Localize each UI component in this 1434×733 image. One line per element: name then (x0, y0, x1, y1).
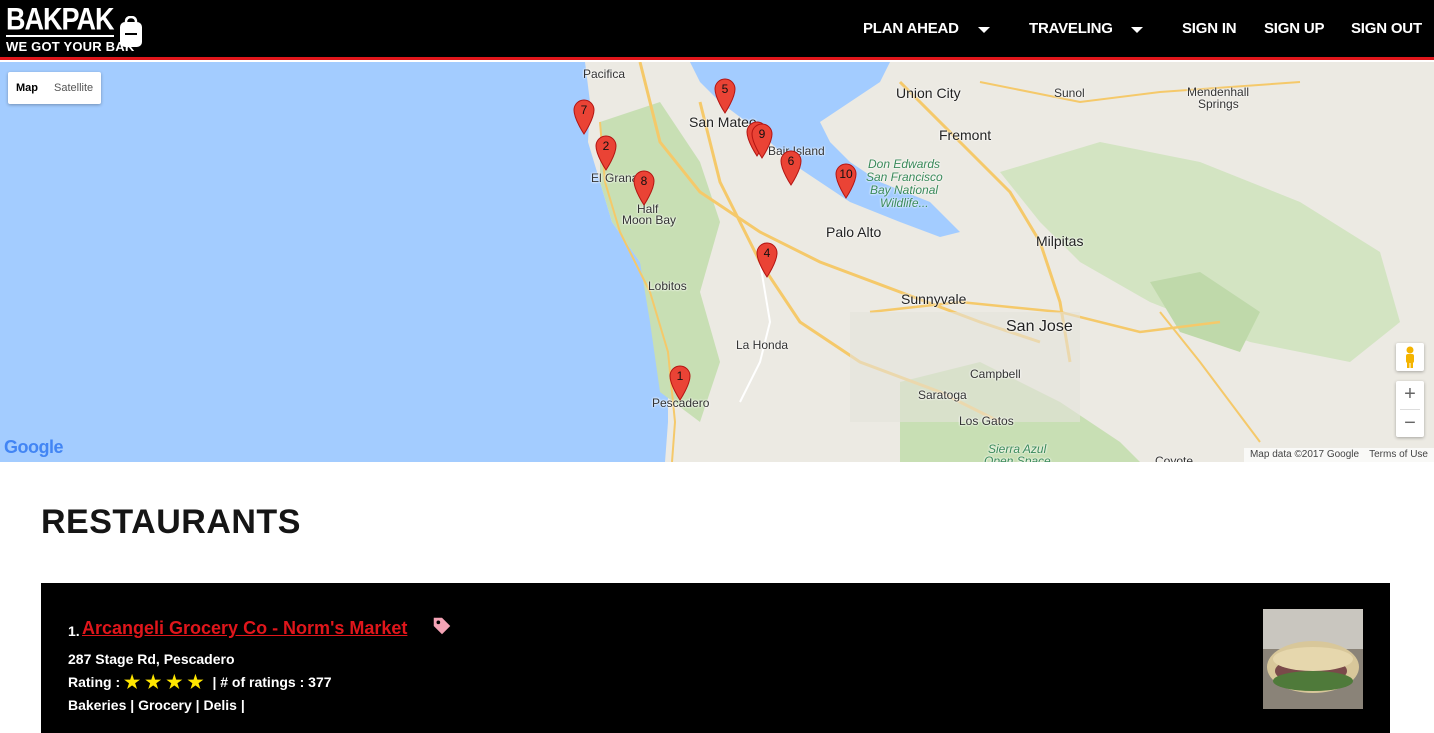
plan-ahead-chevron-down-icon[interactable] (978, 27, 990, 33)
bakpak-logo[interactable]: BAKPAK WE GOT YOUR BAK (4, 2, 146, 58)
map-marker[interactable]: 9 (751, 123, 773, 159)
map-marker[interactable]: 7 (573, 99, 595, 135)
restaurant-categories: Bakeries | Grocery | Delis | (68, 697, 245, 713)
marker-label: 6 (787, 154, 795, 168)
restaurant-address: 287 Stage Rd, Pescadero (68, 651, 235, 667)
place-label: Don Edwards (868, 157, 941, 171)
nav-plan-ahead[interactable]: PLAN AHEAD (863, 20, 959, 37)
place-label: Saratoga (918, 388, 967, 402)
logo-divider (6, 35, 114, 37)
place-label: Pacifica (583, 67, 626, 81)
place-label: Palo Alto (826, 224, 882, 240)
tag-icon[interactable] (431, 615, 453, 637)
place-label: Bay National (870, 183, 939, 197)
place-label: Milpitas (1036, 233, 1084, 249)
rating-label: Rating : (68, 674, 124, 690)
place-label: Los Gatos (959, 414, 1014, 428)
map-marker[interactable]: 8 (633, 170, 655, 206)
place-label: Coyote (1155, 454, 1194, 462)
top-navbar: BAKPAK WE GOT YOUR BAK PLAN AHEAD TRAVEL… (0, 0, 1434, 60)
star-icon: ★ (124, 672, 141, 692)
star-icon: ★ (166, 672, 183, 692)
backpack-icon (120, 16, 142, 47)
map-marker[interactable]: 2 (595, 135, 617, 171)
main-nav: PLAN AHEAD TRAVELING SIGN IN SIGN UP SIG… (854, 0, 1434, 58)
restaurant-map[interactable]: Map Satellite Pacifica San Mateo Union C… (0, 62, 1434, 462)
zoom-in-button[interactable]: + (1396, 381, 1424, 409)
star-icon: ★ (187, 672, 204, 692)
place-label: Sunol (1054, 86, 1085, 100)
ratings-count: | # of ratings : 377 (208, 674, 332, 690)
marker-label: 1 (676, 369, 684, 383)
place-label: Moon Bay (622, 213, 677, 227)
restaurant-card: 1. Arcangeli Grocery Co - Norm's Market … (41, 583, 1390, 733)
place-label: Open Space (984, 454, 1051, 462)
marker-label: 10 (839, 167, 853, 181)
restaurant-number: 1. (68, 623, 80, 639)
map-marker[interactable]: 10 (835, 163, 857, 199)
map-type-map-button[interactable]: Map (8, 72, 46, 104)
map-type-control: Map Satellite (8, 72, 102, 104)
marker-label: 9 (758, 127, 766, 141)
marker-label: 8 (640, 174, 648, 188)
marker-label: 4 (763, 246, 771, 260)
map-marker[interactable]: 6 (780, 150, 802, 186)
map-attribution: Map data ©2017 Google Terms of Use (1243, 448, 1434, 462)
page-title: RESTAURANTS (41, 503, 301, 541)
terms-of-use-link[interactable]: Terms of Use (1369, 448, 1428, 462)
place-label: Campbell (970, 367, 1021, 381)
place-label: Lobitos (648, 279, 687, 293)
zoom-control: + − (1396, 381, 1424, 437)
nav-traveling[interactable]: TRAVELING (1029, 20, 1113, 37)
restaurant-photo[interactable] (1263, 609, 1363, 709)
place-label: San Jose (1006, 318, 1073, 335)
map-type-satellite-button[interactable]: Satellite (46, 72, 101, 104)
marker-label: 5 (721, 82, 729, 96)
marker-label: 2 (602, 139, 610, 153)
traveling-chevron-down-icon[interactable] (1131, 27, 1143, 33)
nav-sign-up[interactable]: SIGN UP (1264, 20, 1324, 37)
nav-sign-in[interactable]: SIGN IN (1182, 20, 1237, 37)
marker-label: 7 (580, 103, 588, 117)
place-label: Union City (896, 85, 961, 101)
nav-sign-out[interactable]: SIGN OUT (1351, 20, 1422, 37)
zoom-out-button[interactable]: − (1396, 410, 1424, 438)
map-marker[interactable]: 4 (756, 242, 778, 278)
place-label: Wildlife... (880, 196, 929, 210)
place-label: La Honda (736, 338, 789, 352)
google-logo: Google (4, 437, 64, 458)
map-marker[interactable]: 5 (714, 78, 736, 114)
place-label: Springs (1198, 97, 1239, 111)
place-label: Fremont (939, 127, 992, 143)
place-label: San Francisco (866, 170, 943, 184)
restaurant-rating: Rating : ★ ★ ★ ★ | # of ratings : 377 (68, 672, 332, 692)
google-logo-text: Google (4, 437, 64, 457)
place-label: Sunnyvale (901, 291, 967, 307)
logo-title: BAKPAK (6, 2, 114, 37)
logo-tagline: WE GOT YOUR BAK (6, 39, 135, 54)
map-data-text: Map data ©2017 Google (1249, 449, 1360, 460)
map-marker[interactable]: 1 (669, 365, 691, 401)
star-icon: ★ (145, 672, 162, 692)
street-view-pegman-icon[interactable] (1396, 343, 1424, 371)
restaurant-name-link[interactable]: Arcangeli Grocery Co - Norm's Market (82, 618, 407, 639)
